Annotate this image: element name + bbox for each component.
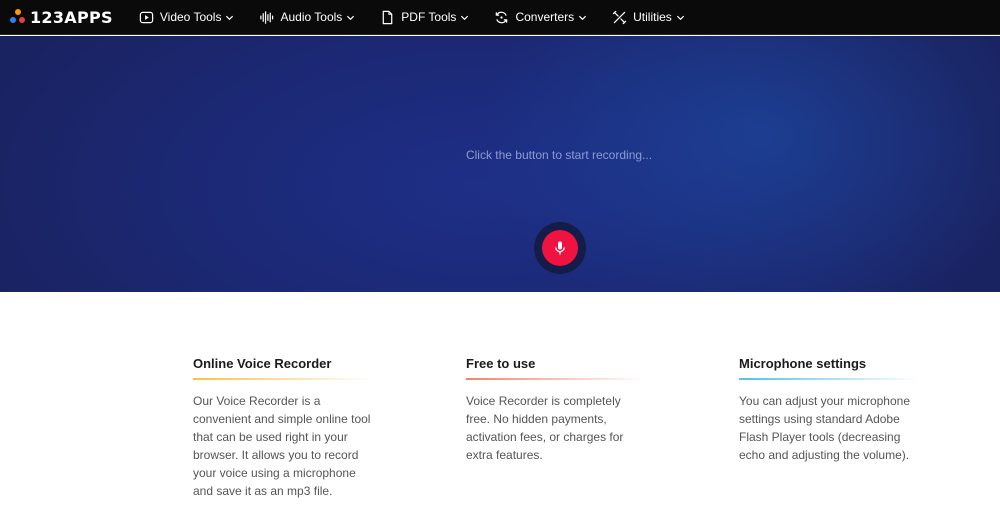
play-circle-icon [139, 11, 154, 23]
feature-accent-line [739, 378, 919, 380]
feature-title: Free to use [466, 356, 536, 371]
chevron-down-icon [579, 15, 587, 20]
logo-dot-orange [15, 9, 21, 15]
logo-dot-blue [10, 17, 16, 23]
nav-label: Utilities [633, 10, 672, 24]
nav-label: PDF Tools [401, 10, 457, 24]
chevron-down-icon [461, 15, 469, 20]
feature-title: Microphone settings [739, 356, 867, 371]
logo[interactable]: 123APPS [10, 0, 113, 35]
logo-dots-icon [10, 9, 26, 25]
feature-microphone-settings: Microphone settings You can adjust your … [739, 356, 919, 464]
nav-label: Audio Tools [280, 10, 343, 24]
feature-accent-line [466, 378, 646, 380]
waveform-icon [260, 10, 274, 24]
nav-audio-tools[interactable]: Audio Tools [259, 0, 355, 35]
logo-text: 123APPS [30, 7, 113, 27]
refresh-icon [496, 11, 508, 23]
feature-title: Online Voice Recorder [193, 356, 332, 371]
feature-online-voice-recorder: Online Voice Recorder Our Voice Recorder… [193, 356, 373, 500]
document-icon [382, 10, 393, 24]
feature-free-to-use: Free to use Voice Recorder is completely… [466, 356, 646, 464]
recording-prompt: Click the button to start recording... [465, 148, 653, 162]
microphone-icon [555, 241, 565, 255]
record-button-inner[interactable] [542, 230, 578, 266]
nav-utilities[interactable]: Utilities [612, 0, 685, 35]
logo-dot-red [19, 17, 25, 23]
feature-accent-line [193, 378, 373, 380]
nav-label: Video Tools [159, 10, 222, 24]
feature-text: Voice Recorder is completely free. No hi… [466, 394, 624, 462]
recorder-panel: Click the button to start recording... [0, 36, 1000, 292]
tools-icon [612, 10, 627, 24]
feature-text: You can adjust your microphone settings … [739, 394, 910, 462]
nav-pdf-tools[interactable]: PDF Tools [380, 0, 469, 35]
nav-label: Converters [515, 10, 575, 24]
chevron-down-icon [347, 15, 355, 20]
chevron-down-icon [226, 15, 234, 20]
top-nav: 123APPS Video Tools Audio Tools PDF Tool… [0, 0, 1000, 35]
chevron-down-icon [676, 15, 684, 20]
nav-converters[interactable]: Converters [494, 0, 587, 35]
feature-text: Our Voice Recorder is a convenient and s… [193, 394, 371, 498]
record-button[interactable] [534, 222, 586, 274]
nav-video-tools[interactable]: Video Tools [139, 0, 235, 35]
